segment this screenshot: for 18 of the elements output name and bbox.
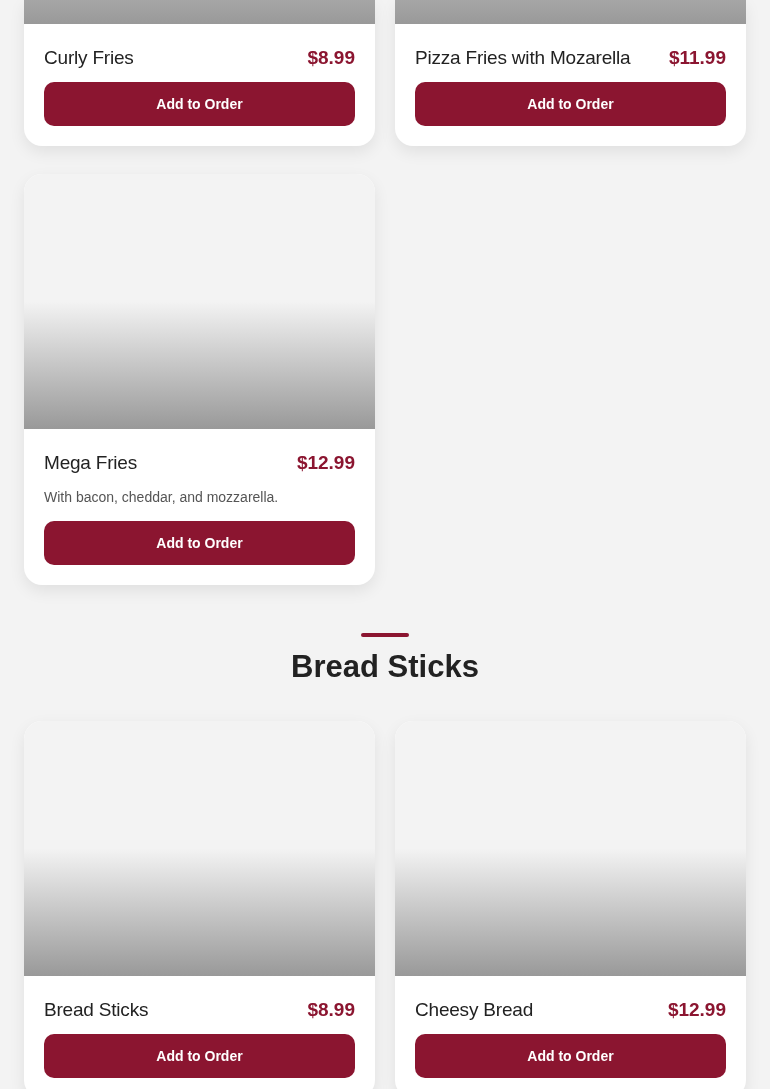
item-price: $8.99 [307, 999, 355, 1021]
add-to-order-button[interactable]: Add to Order [415, 82, 726, 126]
add-to-order-button[interactable]: Add to Order [44, 1034, 355, 1078]
item-price: $12.99 [296, 452, 355, 474]
section-heading: Bread Sticks [291, 649, 479, 685]
item-name: Pizza Fries with Mozarella [415, 47, 631, 69]
item-name: Mega Fries [44, 452, 138, 474]
item-description: With bacon, cheddar, and mozzarella. [44, 489, 280, 505]
add-to-order-button[interactable]: Add to Order [44, 82, 355, 126]
item-price: $12.99 [667, 999, 726, 1021]
item-name: Bread Sticks [44, 999, 149, 1021]
add-to-order-button[interactable]: Add to Order [44, 521, 355, 565]
item-price: $8.99 [307, 47, 355, 69]
item-name: Curly Fries [44, 47, 134, 69]
item-name: Cheesy Bread [415, 999, 533, 1021]
item-price: $11.99 [668, 47, 726, 69]
title-accent-bar [361, 633, 409, 637]
add-to-order-button[interactable]: Add to Order [415, 1034, 726, 1078]
